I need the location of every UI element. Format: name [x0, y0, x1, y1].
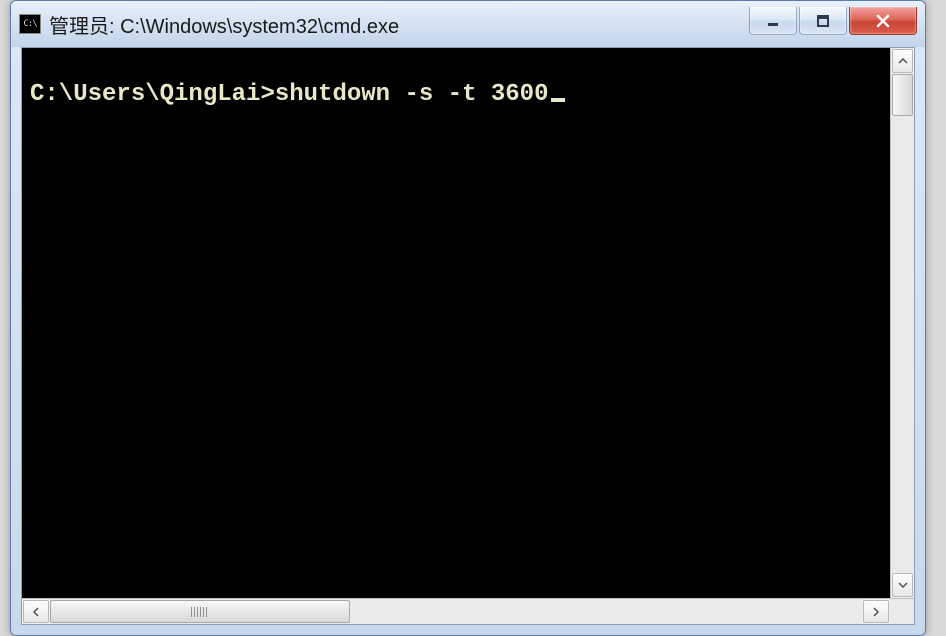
text-cursor — [551, 98, 565, 102]
vertical-scrollbar[interactable] — [890, 48, 914, 598]
scroll-up-button[interactable] — [892, 49, 913, 73]
scrollbar-corner — [890, 599, 914, 624]
console-output[interactable]: C:\Users\QingLai>shutdown -s -t 3600 — [22, 48, 890, 598]
horizontal-scrollbar[interactable] — [22, 598, 914, 624]
chevron-right-icon — [872, 607, 880, 617]
window-controls — [749, 7, 917, 35]
vertical-scroll-thumb[interactable] — [892, 74, 913, 116]
minimize-icon — [766, 14, 780, 28]
vertical-scroll-track[interactable] — [891, 74, 914, 572]
console-wrap: C:\Users\QingLai>shutdown -s -t 3600 — [22, 48, 914, 598]
cmd-icon-label: C:\ — [23, 19, 36, 29]
scroll-left-button[interactable] — [23, 600, 49, 623]
horizontal-scroll-track[interactable] — [50, 599, 862, 624]
window-title: 管理员: C:\Windows\system32\cmd.exe — [49, 10, 749, 39]
chevron-up-icon — [898, 57, 908, 65]
minimize-button[interactable] — [749, 7, 797, 35]
chevron-left-icon — [32, 607, 40, 617]
maximize-button[interactable] — [799, 7, 847, 35]
horizontal-scroll-thumb[interactable] — [50, 600, 350, 623]
close-button[interactable] — [849, 7, 917, 35]
maximize-icon — [816, 14, 830, 28]
close-icon — [875, 14, 891, 28]
scroll-grip-icon — [191, 607, 209, 617]
command-text: shutdown -s -t 3600 — [275, 81, 549, 108]
chevron-down-icon — [898, 581, 908, 589]
client-area: C:\Users\QingLai>shutdown -s -t 3600 — [21, 47, 915, 625]
prompt-text: C:\Users\QingLai> — [30, 81, 275, 108]
cmd-icon: C:\ — [19, 14, 41, 34]
titlebar[interactable]: C:\ 管理员: C:\Windows\system32\cmd.exe — [11, 1, 925, 47]
scroll-right-button[interactable] — [863, 600, 889, 623]
app-window: C:\ 管理员: C:\Windows\system32\cmd.exe C:\… — [10, 0, 926, 636]
scroll-down-button[interactable] — [892, 573, 913, 597]
